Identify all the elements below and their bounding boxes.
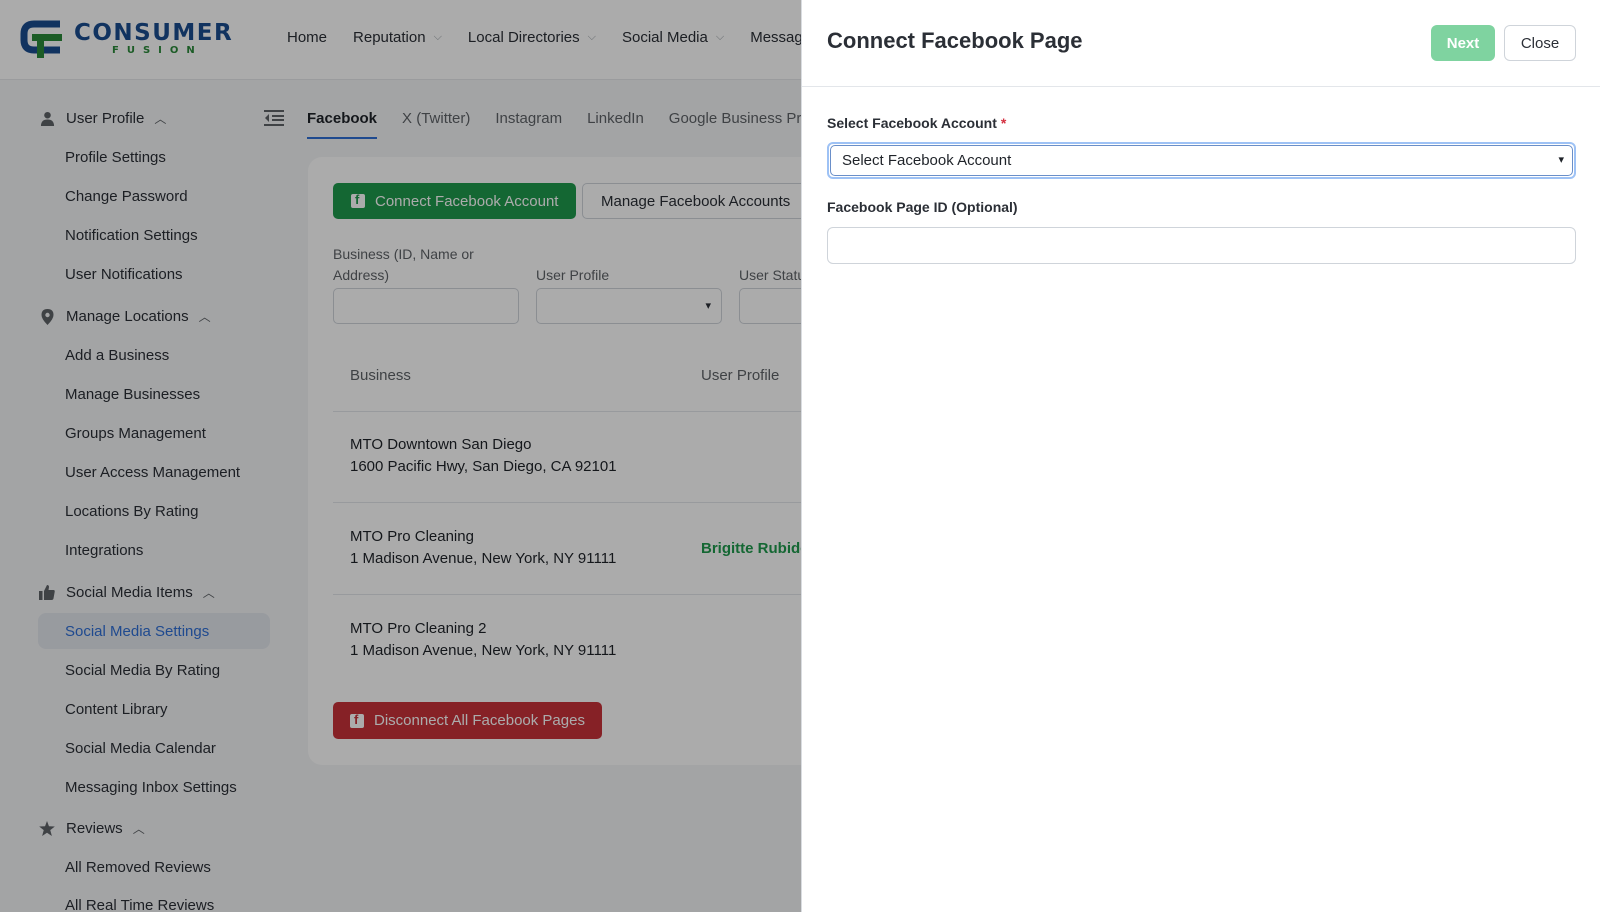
modal-backdrop[interactable] (0, 0, 801, 912)
connect-facebook-page-drawer: Connect Facebook Page Next Close Select … (801, 0, 1600, 912)
required-mark: * (1000, 115, 1007, 131)
chevron-down-icon: ▾ (1558, 154, 1564, 166)
facebook-page-id-field-label: Facebook Page ID (Optional) (827, 199, 1018, 215)
next-button[interactable]: Next (1431, 25, 1495, 61)
facebook-account-label-text: Select Facebook Account (827, 115, 997, 131)
close-button[interactable]: Close (1504, 25, 1576, 61)
drawer-title: Connect Facebook Page (827, 28, 1083, 53)
drawer-header: Connect Facebook Page Next Close (802, 0, 1600, 87)
facebook-account-select-value: Select Facebook Account (842, 152, 1012, 169)
facebook-page-id-input[interactable] (827, 227, 1576, 264)
facebook-account-select[interactable]: Select Facebook Account ▾ (827, 142, 1576, 179)
facebook-account-field-label: Select Facebook Account * (827, 115, 1006, 131)
